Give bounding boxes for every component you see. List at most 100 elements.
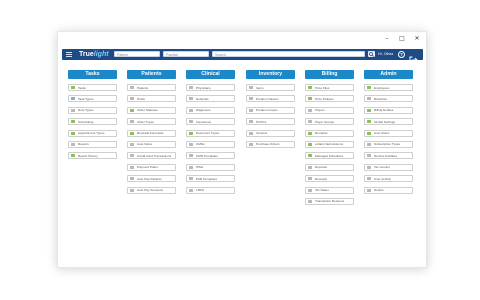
calendar-icon: [71, 120, 75, 124]
menu-item-appointment-types[interactable]: Appointment Types: [68, 129, 117, 137]
menu-item-employees[interactable]: Employees: [364, 84, 413, 91]
menu-item-label: Order Types: [137, 119, 154, 124]
menu-item-label: Service Facilities: [374, 153, 398, 158]
product-groups-icon: [249, 108, 253, 112]
menu-item-order-types[interactable]: Order Types: [127, 118, 176, 126]
menu-item-lmns[interactable]: LMNs: [186, 186, 235, 194]
menu-item-renewal-forecasts[interactable]: Renewal Forecasts: [127, 129, 176, 137]
menu-item-product-classes[interactable]: Product Classes: [246, 95, 295, 103]
order-status-icon: [130, 108, 134, 112]
menu-item-cmn-templates[interactable]: CMN Templates: [186, 152, 235, 160]
menu-item-service-facilities[interactable]: Service Facilities: [364, 152, 413, 160]
column-tasks: Tasks Tasks Task Types Note Types Scheduling…: [68, 70, 117, 164]
menu-item-billing-entities[interactable]: Billing Entities: [364, 106, 413, 114]
product-classes-icon: [249, 97, 253, 101]
menu-item-physicians[interactable]: Physicians: [186, 84, 235, 91]
menu-item-user-roles[interactable]: User Roles: [364, 129, 413, 137]
menu-item-receipts[interactable]: Receipts: [305, 175, 354, 183]
employees-icon: [367, 86, 371, 89]
menu-item-auto-pay-sessions[interactable]: Auto Pay Sessions: [127, 186, 176, 194]
menu-item-scheduling[interactable]: Scheduling: [68, 118, 117, 126]
menu-item-auto-pay-patients[interactable]: Auto Pay Patients: [127, 175, 176, 183]
billing-entities-icon: [367, 108, 371, 112]
search-input[interactable]: Search: [212, 51, 365, 57]
menu-item-document-types[interactable]: Document Types: [186, 129, 235, 137]
menu-item-label: User Roles: [374, 131, 390, 136]
menu-item-eclaim-submissions[interactable]: eClaim Submissions: [305, 140, 354, 148]
menu-item-holds[interactable]: Holds: [127, 95, 176, 103]
user-greeting[interactable]: Hi, Olivia: [378, 52, 393, 56]
menu-item-tax-groups[interactable]: Tax Groups: [364, 163, 413, 171]
menu-item-label: Global Settings: [374, 119, 395, 124]
menu-item-label: Diagnoses: [196, 108, 211, 113]
menu-item-label: Reports: [78, 142, 89, 147]
menu-item-hcpcs[interactable]: HCPCs: [246, 118, 295, 126]
minimize-icon[interactable]: –: [384, 35, 390, 42]
menu-item-note-types[interactable]: Note Types: [68, 106, 117, 114]
menu-item-report-history[interactable]: Report History: [68, 152, 117, 160]
menu-item-purchase-orders[interactable]: Purchase Orders: [246, 140, 295, 148]
menu-item-payment-plans[interactable]: Payment Plans: [127, 163, 176, 171]
help-icon[interactable]: ?: [398, 50, 405, 58]
menu-item-managed-schedules[interactable]: Managed Schedules: [305, 152, 354, 160]
lmn-icon: [189, 188, 193, 192]
menu-item-insurances[interactable]: Insurances: [186, 118, 235, 126]
logo-prefix: True: [79, 51, 94, 58]
menu-item-scripts[interactable]: Scripts: [364, 186, 413, 194]
maximize-icon[interactable]: □: [399, 35, 405, 42]
menu-item-label: Note Types: [78, 108, 94, 113]
menu-item-label: PAR Templates: [196, 176, 218, 181]
menu-item-par-templates[interactable]: PAR Templates: [186, 175, 235, 183]
note-types-icon: [71, 108, 75, 112]
menu-item-credit-card-transactions[interactable]: Credit Card Transactions: [127, 152, 176, 160]
logout-icon[interactable]: [409, 51, 418, 63]
menu-item-label: User Activity: [374, 176, 392, 181]
menu-item-vendors[interactable]: Vendors: [246, 129, 295, 137]
him-icon: [189, 165, 193, 169]
menu-item-cmns[interactable]: CMNs: [186, 140, 235, 148]
menu-item-label: Subscription Types: [374, 142, 401, 147]
menu-item-diagnoses[interactable]: Diagnoses: [186, 106, 235, 114]
menu-item-referrals[interactable]: Referrals: [186, 95, 235, 103]
menu-item-tax-rates[interactable]: Tax Rates: [305, 186, 354, 194]
column-admin: Admin Employees Branches Billing Entities Gl…: [364, 70, 413, 198]
patient-search-field[interactable]: Patient: [114, 51, 160, 57]
search-button[interactable]: [368, 51, 375, 57]
menu-item-subscription-types[interactable]: Subscription Types: [364, 140, 413, 148]
menu-item-branches[interactable]: Branches: [364, 95, 413, 103]
menu-item-user-activity[interactable]: User Activity: [364, 175, 413, 183]
menu-item-tasks[interactable]: Tasks: [68, 84, 117, 91]
logo: Truelight: [79, 50, 109, 59]
menu-item-hims[interactable]: HIMs: [186, 163, 235, 171]
menu-item-reports[interactable]: Reports: [68, 140, 117, 148]
column-header[interactable]: Clinical: [186, 70, 235, 79]
menu-item-label: Credit Card Transactions: [137, 153, 172, 158]
menu-item-auto-notes[interactable]: Auto Notes: [127, 140, 176, 148]
par-templates-icon: [189, 177, 193, 181]
close-icon[interactable]: ✕: [414, 35, 420, 42]
menu-item-price-files[interactable]: Price Files: [305, 84, 354, 91]
menu-item-label: Product Groups: [256, 108, 278, 113]
menu-item-items[interactable]: Items: [246, 84, 295, 91]
menu-item-order-statuses[interactable]: Order Statuses: [127, 106, 176, 114]
menu-icon[interactable]: [66, 51, 72, 58]
menu-item-deposits[interactable]: Deposits: [305, 163, 354, 171]
menu-item-label: Tax Rates: [315, 188, 329, 193]
column-header[interactable]: Billing: [305, 70, 354, 79]
menu-item-remarks[interactable]: Remarks: [305, 129, 354, 137]
menu-item-payer-groups[interactable]: Payer Groups: [305, 118, 354, 126]
menu-item-label: Auto Pay Sessions: [137, 188, 163, 193]
menu-item-product-groups[interactable]: Product Groups: [246, 106, 295, 114]
column-header[interactable]: Tasks: [68, 70, 117, 79]
menu-item-global-settings[interactable]: Global Settings: [364, 118, 413, 126]
menu-item-patients[interactable]: Patients: [127, 84, 176, 91]
practice-field[interactable]: Practice: [163, 51, 209, 57]
column-header[interactable]: Admin: [364, 70, 413, 79]
column-header[interactable]: Inventory: [246, 70, 295, 79]
menu-item-task-types[interactable]: Task Types: [68, 95, 117, 103]
column-header[interactable]: Patients: [127, 70, 176, 79]
menu-item-price-policies[interactable]: Price Policies: [305, 95, 354, 103]
menu-item-payers[interactable]: Payers: [305, 106, 354, 114]
menu-item-transaction-reasons[interactable]: Transaction Reasons: [305, 197, 354, 205]
menu-item-label: LMNs: [196, 188, 205, 193]
